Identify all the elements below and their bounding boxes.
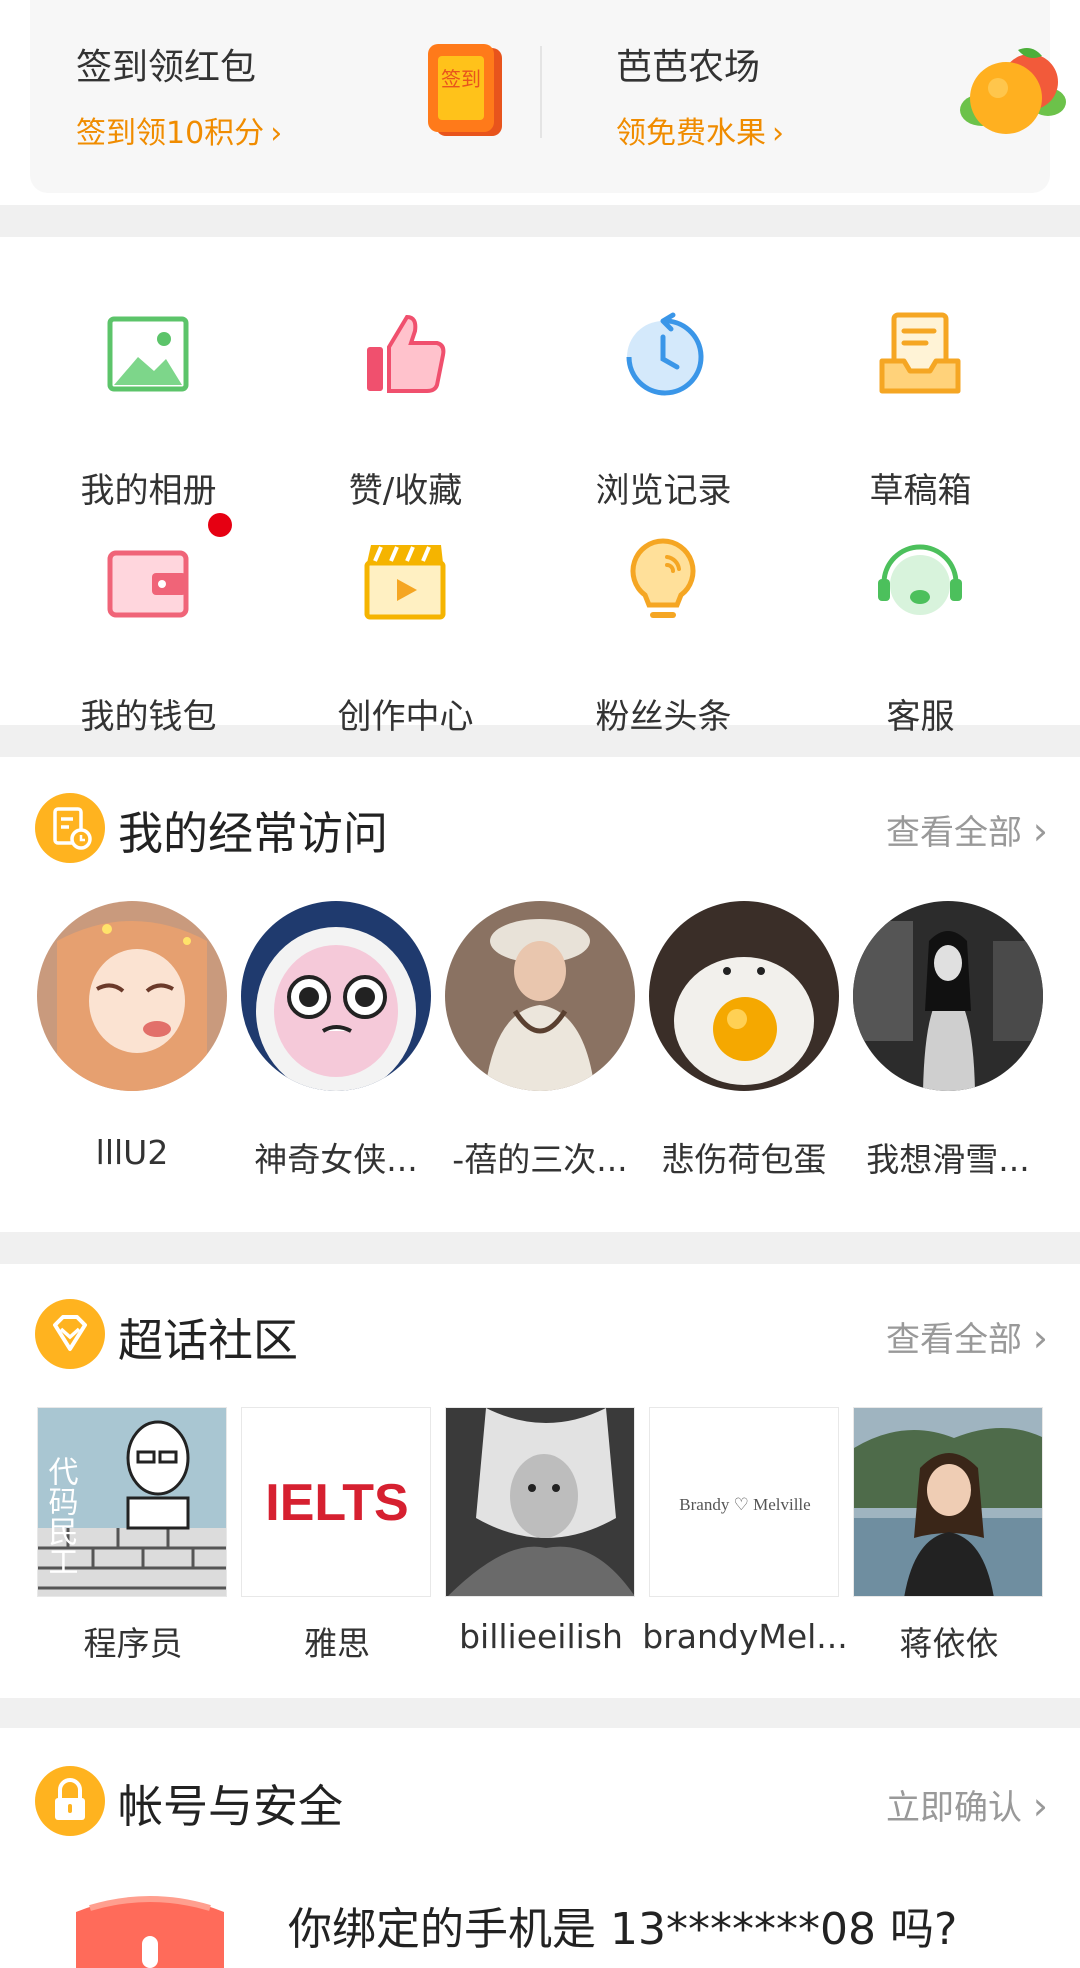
farm-title: 芭芭农场 <box>616 47 761 88</box>
account-security-section: 帐号与安全 立即确认 › 你绑定的手机是 13*******08 吗? <box>0 1728 1080 1968</box>
super-topic-section: 超话社区 查看全部 › 代码民工 程序员 IELTS 雅思 billieeili… <box>0 1264 1080 1698</box>
checkin-subtitle[interactable]: 签到领10积分 › <box>76 108 282 152</box>
chevron-right-icon: › <box>1032 1784 1048 1828</box>
shortcut-grid: 我的相册 赞/收藏 浏览记录 草稿箱 我的钱包 创作中心 粉丝头条 客服 <box>0 237 1080 737</box>
topic-label: 程序员 <box>83 1624 183 1663</box>
checkin-title: 签到领红包 <box>76 47 257 88</box>
fruit-icon <box>960 48 1066 134</box>
grid-item-creator[interactable]: 创作中心 <box>277 513 534 737</box>
farm-subtitle-text: 领免费水果 <box>616 116 766 151</box>
frequent-item[interactable]: 神奇女侠... <box>241 901 436 1179</box>
confirm-now-text: 立即确认 <box>885 1788 1022 1828</box>
avatar-label: 神奇女侠... <box>254 1140 418 1179</box>
phone-confirm-prompt: 你绑定的手机是 13*******08 吗? <box>288 1904 958 1955</box>
topic-thumbnail: 代码民工 <box>37 1407 227 1597</box>
frequent-item[interactable]: 我想滑雪... <box>853 901 1048 1179</box>
avatar <box>445 901 635 1091</box>
frequent-item[interactable]: -蓓的三次... <box>445 901 640 1179</box>
chevron-right-icon: › <box>772 116 784 151</box>
see-all-text: 查看全部 <box>885 1320 1022 1360</box>
grid-label: 草稿箱 <box>869 471 972 511</box>
topic-item[interactable]: IELTS 雅思 <box>241 1407 433 1663</box>
section-title: 帐号与安全 <box>118 1780 344 1833</box>
brandy-logo-text: Brandy ♡ Melville <box>679 1495 810 1514</box>
grid-item-history[interactable]: 浏览记录 <box>535 287 792 511</box>
grid-label: 浏览记录 <box>595 471 732 511</box>
avatar <box>241 901 431 1091</box>
grid-item-wallet[interactable]: 我的钱包 <box>20 513 277 737</box>
chevron-right-icon: › <box>1032 809 1048 853</box>
headset-icon <box>878 544 962 615</box>
lightbulb-icon <box>630 538 696 618</box>
frequent-item[interactable]: 悲伤荷包蛋 <box>649 901 844 1179</box>
grid-item-drafts[interactable]: 草稿箱 <box>792 287 1049 511</box>
topic-item[interactable]: 代码民工 程序员 <box>37 1407 229 1663</box>
see-all-link[interactable]: 查看全部 › <box>886 1312 1048 1361</box>
topic-item[interactable]: Brandy ♡ Melville brandyMel... <box>642 1407 848 1656</box>
see-all-link[interactable]: 查看全部 › <box>886 805 1048 854</box>
section-title: 超话社区 <box>118 1314 299 1367</box>
avatar-label: lllU2 <box>95 1133 169 1172</box>
grid-label: 创作中心 <box>337 697 474 737</box>
see-all-text: 查看全部 <box>885 813 1022 853</box>
checkin-badge-text: 签到 <box>441 67 481 91</box>
topic-item[interactable]: 蒋依依 <box>853 1407 1045 1663</box>
clapperboard-icon <box>364 545 446 620</box>
avatar <box>37 901 227 1091</box>
promo-section: 签到领红包 签到领10积分 › 签到 芭芭农场 领免费水果 › <box>0 0 1080 205</box>
avatar-label: 我想滑雪... <box>866 1140 1030 1179</box>
grid-label: 粉丝头条 <box>595 697 732 737</box>
grid-label: 客服 <box>886 697 955 737</box>
ielts-logo-text: IELTS <box>265 1474 408 1532</box>
grid-item-likes[interactable]: 赞/收藏 <box>277 287 534 511</box>
topic-thumbnail <box>853 1407 1043 1597</box>
frequent-visit-icon <box>35 793 105 863</box>
avatar-label: -蓓的三次... <box>452 1140 628 1179</box>
frequent-item[interactable]: lllU2 <box>37 901 232 1172</box>
grid-item-customer-service[interactable]: 客服 <box>792 513 1049 737</box>
thumb-text: 代码民工 <box>43 1456 79 1576</box>
frequent-visits-section: 我的经常访问 查看全部 › lllU2 神奇女侠... -蓓的三次... 悲伤荷… <box>0 757 1080 1232</box>
history-clock-icon <box>626 312 704 396</box>
grid-label: 赞/收藏 <box>348 471 463 511</box>
farm-subtitle[interactable]: 领免费水果 › <box>616 108 784 152</box>
shield-icon <box>76 1896 224 1968</box>
drafts-tray-icon <box>879 312 961 394</box>
topic-label: 雅思 <box>304 1624 370 1663</box>
avatar <box>649 901 839 1091</box>
topic-label: billieeilish <box>459 1617 623 1656</box>
farm-promo[interactable]: 芭芭农场 领免费水果 › <box>540 0 1066 193</box>
avatar-label: 悲伤荷包蛋 <box>661 1140 827 1179</box>
grid-label: 我的相册 <box>80 471 217 511</box>
wallet-icon <box>107 550 189 618</box>
checkin-promo[interactable]: 签到领红包 签到领10积分 › 签到 <box>30 0 540 193</box>
confirm-now-link[interactable]: 立即确认 › <box>886 1780 1048 1829</box>
topic-label: 蒋依依 <box>899 1624 999 1663</box>
topic-thumbnail <box>445 1407 635 1597</box>
red-envelope-icon: 签到 <box>428 44 502 136</box>
photo-album-icon <box>107 316 189 392</box>
avatar <box>853 901 1043 1091</box>
grid-item-fan-headline[interactable]: 粉丝头条 <box>535 513 792 737</box>
topic-item[interactable]: billieeilish <box>445 1407 637 1656</box>
promo-card: 签到领红包 签到领10积分 › 签到 芭芭农场 领免费水果 › <box>30 0 1066 193</box>
topic-thumbnail: Brandy ♡ Melville <box>649 1407 839 1597</box>
thumbs-up-icon <box>367 314 446 393</box>
lock-icon <box>35 1766 105 1836</box>
grid-label: 我的钱包 <box>80 697 217 737</box>
diamond-icon <box>35 1299 105 1369</box>
chevron-right-icon: › <box>1032 1316 1048 1360</box>
notification-dot <box>208 513 232 537</box>
topic-thumbnail: IELTS <box>241 1407 431 1597</box>
topic-label: brandyMel... <box>642 1617 848 1656</box>
section-title: 我的经常访问 <box>118 807 389 860</box>
chevron-right-icon: › <box>270 116 283 151</box>
grid-item-album[interactable]: 我的相册 <box>20 287 277 511</box>
checkin-subtitle-text: 签到领10积分 <box>76 116 265 151</box>
